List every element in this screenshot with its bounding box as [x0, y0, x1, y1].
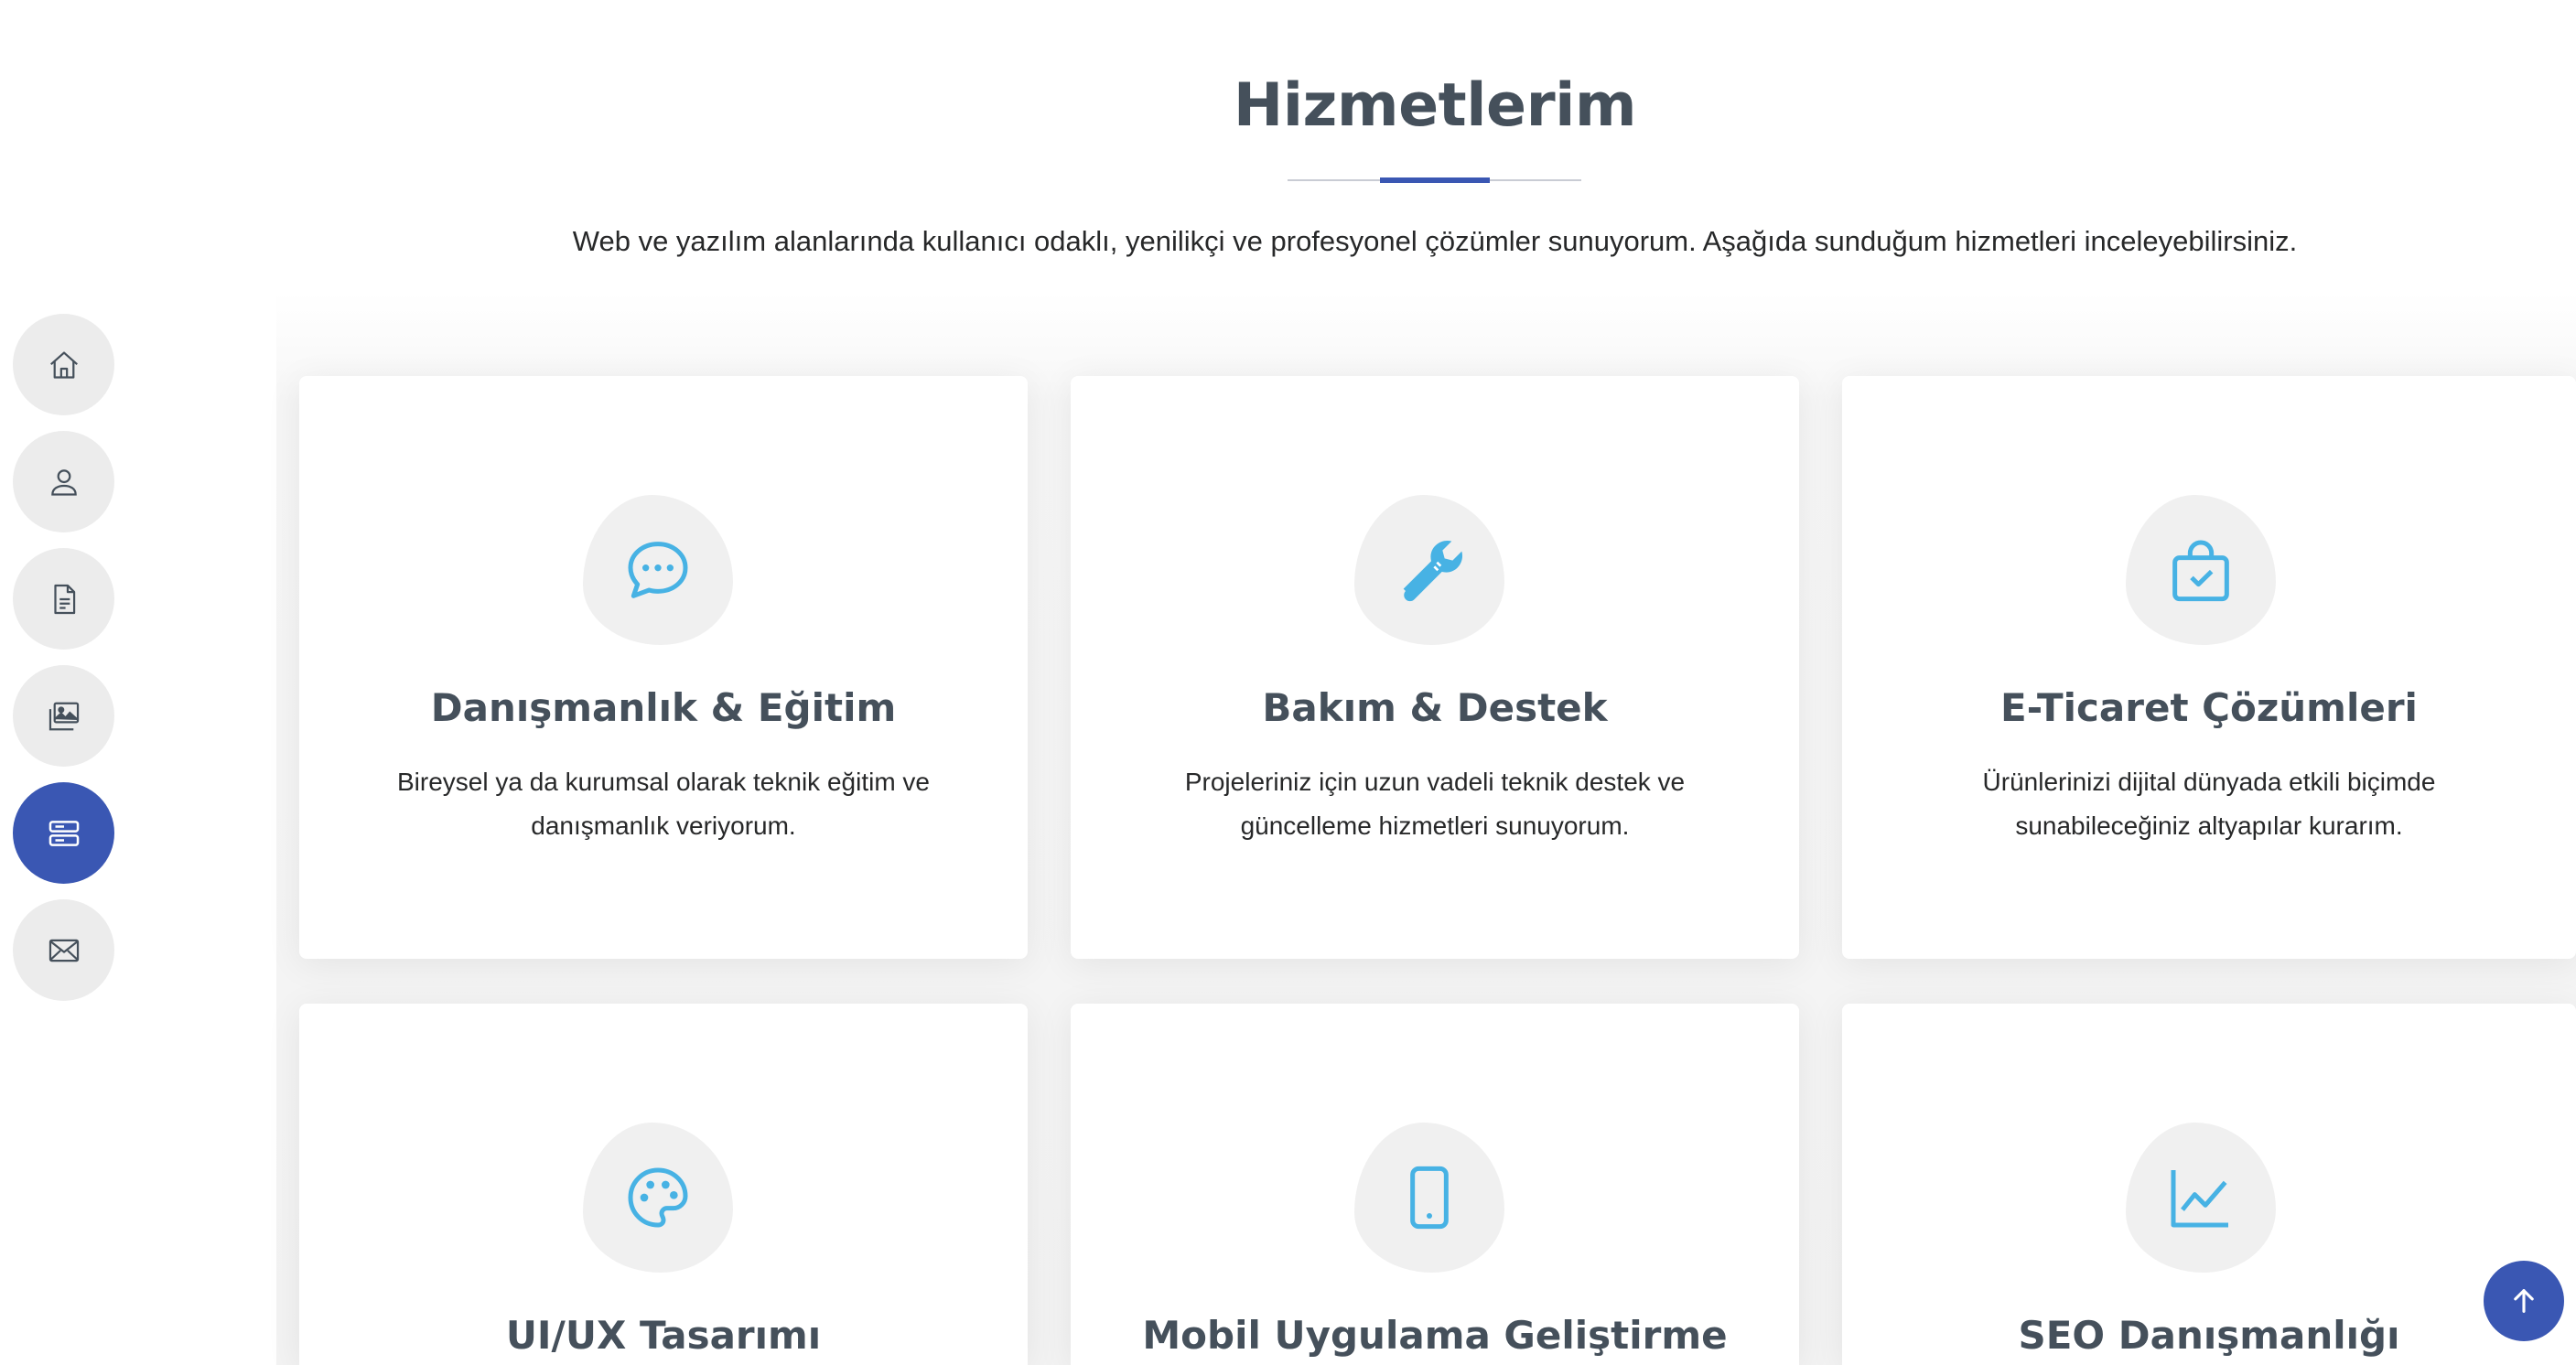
service-title: Bakım & Destek: [1262, 685, 1608, 730]
service-title: SEO Danışmanlığı: [2018, 1313, 2400, 1358]
icon-blob: [583, 495, 733, 645]
nav-about[interactable]: [13, 431, 114, 532]
service-title: Mobil Uygulama Geliştirme: [1142, 1313, 1728, 1358]
service-card-uiux[interactable]: UI/UX Tasarımı: [299, 1004, 1028, 1365]
arrow-up-icon: [2514, 1289, 2534, 1313]
chat-dots-icon: [628, 542, 688, 598]
nav-portfolio[interactable]: [13, 665, 114, 767]
service-card-mobile[interactable]: Mobil Uygulama Geliştirme: [1071, 1004, 1799, 1365]
service-card-consulting[interactable]: Danışmanlık & Eğitim Bireysel ya da kuru…: [299, 376, 1028, 959]
icon-blob: [1354, 1123, 1504, 1273]
service-card-maintenance[interactable]: Bakım & Destek Projeleriniz için uzun va…: [1071, 376, 1799, 959]
icon-blob: [1354, 495, 1504, 645]
palette-icon: [628, 1167, 688, 1228]
icon-blob: [2126, 1123, 2276, 1273]
nav-services[interactable]: [13, 782, 114, 884]
nav-resume[interactable]: [13, 548, 114, 650]
document-icon: [53, 584, 75, 614]
graph-up-icon: [2171, 1170, 2228, 1228]
service-title: Danışmanlık & Eğitim: [430, 685, 897, 730]
images-icon: [49, 702, 79, 730]
person-icon: [50, 468, 77, 496]
icon-blob: [2126, 495, 2276, 645]
nav-home[interactable]: [13, 314, 114, 415]
server-icon: [49, 820, 79, 846]
service-title: UI/UX Tasarımı: [505, 1313, 822, 1358]
service-card-seo[interactable]: SEO Danışmanlığı: [1842, 1004, 2576, 1365]
service-title: E-Ticaret Çözümleri: [2000, 685, 2418, 730]
phone-icon: [1410, 1166, 1449, 1230]
home-icon: [49, 350, 78, 379]
back-to-top-button[interactable]: [2484, 1261, 2564, 1341]
envelope-icon: [49, 939, 79, 962]
service-card-ecommerce[interactable]: E-Ticaret Çözümleri Ürünlerinizi dijital…: [1842, 376, 2576, 959]
section-description: Web ve yazılım alanlarında kullanıcı oda…: [572, 225, 2298, 257]
shopping-bag-check-icon: [2172, 540, 2229, 602]
nav-contact[interactable]: [13, 899, 114, 1001]
wrench-icon: [1403, 540, 1463, 602]
service-text: Projeleriniz için uzun vadeli teknik des…: [1184, 768, 1686, 840]
service-text: Bireysel ya da kurumsal olarak teknik eğ…: [396, 768, 930, 840]
service-text: Ürünlerinizi dijital dünyada etkili biçi…: [1982, 768, 2436, 840]
icon-blob: [583, 1123, 733, 1273]
section-title: Hizmetlerim: [1233, 71, 1637, 140]
title-divider-accent: [1380, 177, 1490, 183]
